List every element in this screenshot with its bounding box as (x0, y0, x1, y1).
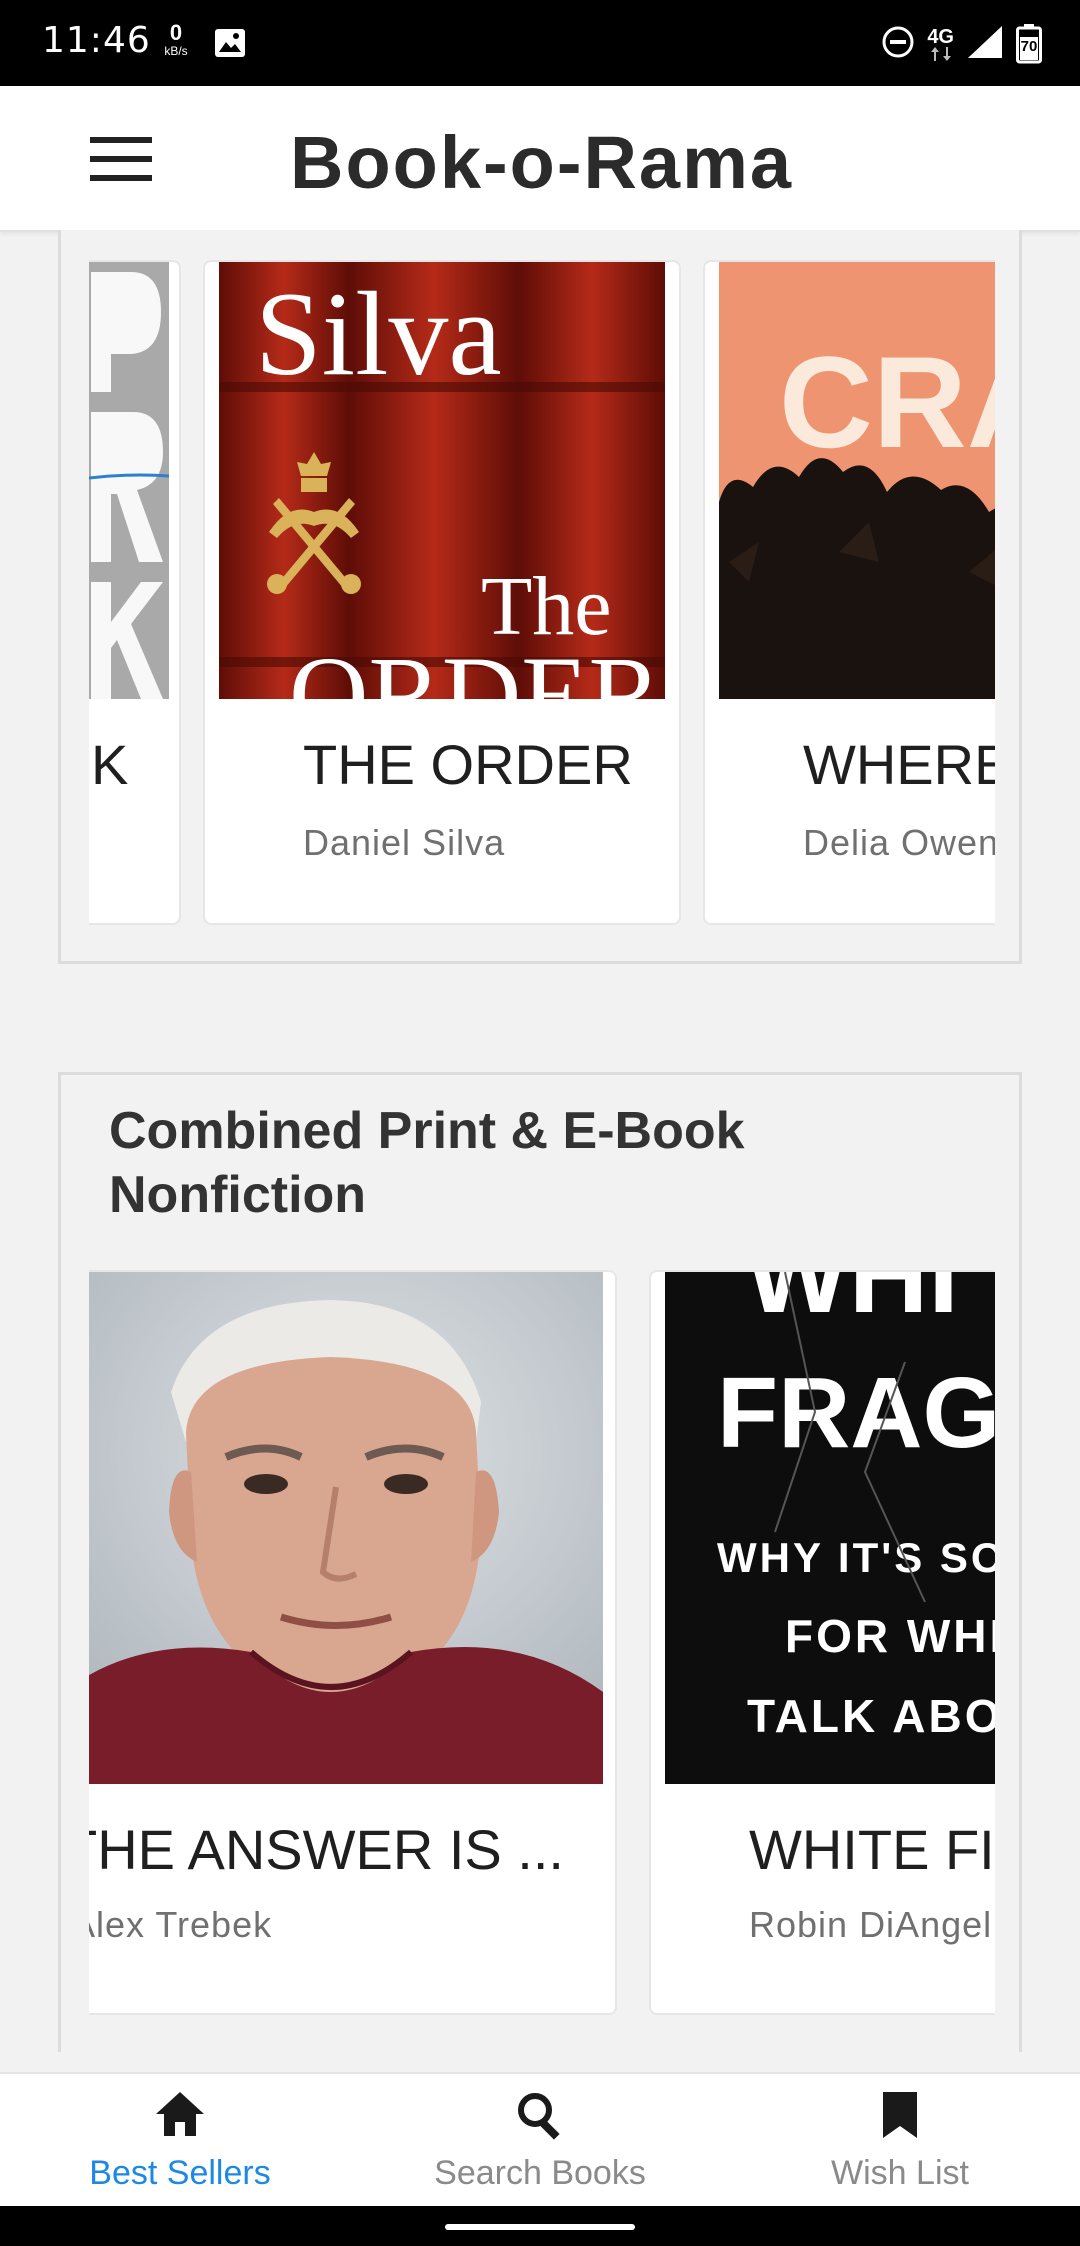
svg-text:Silva: Silva (255, 267, 502, 400)
book-card[interactable]: Silva The ORDER THE ORDER Daniel Silva (203, 260, 681, 925)
book-card[interactable]: WHI FRAGI WHY IT'S SO HA FOR WHITE TALK … (649, 1270, 995, 2015)
book-cover (89, 262, 169, 699)
book-cover: Silva The ORDER (219, 262, 665, 699)
book-card[interactable]: CRA WHERE Delia Owen (703, 260, 995, 925)
svg-text:FRAGI: FRAGI (717, 1357, 995, 1469)
svg-text:CRA: CRA (779, 329, 995, 475)
svg-text:ORDER: ORDER (289, 634, 662, 699)
book-author: Daniel Silva (303, 822, 506, 863)
book-title: WHITE FI (749, 1818, 995, 1881)
battery-icon: 70 (1016, 24, 1042, 64)
svg-text:TALK ABOUT: TALK ABOUT (747, 1690, 995, 1742)
book-author: Delia Owen (803, 822, 995, 863)
nav-label: Wish List (831, 2154, 969, 2192)
book-cover: CRA (719, 262, 995, 699)
app-bar: Book-o-Rama (0, 86, 1080, 232)
book-cover (89, 1272, 603, 1784)
nav-search-books[interactable]: Search Books (360, 2074, 720, 2208)
network-speed-unit: kB/s (164, 44, 188, 58)
book-title: THE ANSWER IS ... (89, 1818, 564, 1881)
network-type-label: 4G (927, 27, 954, 61)
status-icons: 4G 70 (881, 22, 1042, 66)
svg-text:WHY IT'S SO HA: WHY IT'S SO HA (717, 1534, 995, 1581)
section-title: Combined Print & E-Book Nonfiction (109, 1102, 745, 1224)
network-speed: 0 kB/s (156, 20, 196, 58)
network-type: 4G (927, 26, 954, 48)
book-shelf[interactable]: K Silva The ORDER THE ORDER Daniel Silva… (89, 260, 995, 925)
book-title: THE ORDER (303, 733, 633, 796)
home-gesture-handle[interactable] (445, 2224, 635, 2230)
image-notification-icon (214, 28, 246, 63)
book-shelf[interactable]: THE ANSWER IS ... Alex Trebek WHI FRAGI … (89, 1270, 995, 2015)
network-speed-value: 0 (169, 20, 183, 45)
app-root: 11:46 0 kB/s 4G 70 Book-o-Rama K Silva T… (0, 0, 1080, 2246)
search-icon (360, 2090, 720, 2146)
menu-icon[interactable] (88, 134, 156, 184)
signal-icon (966, 24, 1004, 65)
book-title: K (91, 733, 129, 796)
nav-label: Best Sellers (89, 2154, 271, 2192)
battery-level: 70 (1020, 38, 1038, 55)
bestseller-section-fiction: K Silva The ORDER THE ORDER Daniel Silva… (58, 230, 1022, 964)
book-author: Robin DiAngel (749, 1904, 993, 1945)
book-cover: WHI FRAGI WHY IT'S SO HA FOR WHITE TALK … (665, 1272, 995, 1784)
svg-text:WHI: WHI (745, 1272, 959, 1336)
book-card[interactable]: THE ANSWER IS ... Alex Trebek (89, 1270, 617, 2015)
svg-text:FOR WHITE: FOR WHITE (785, 1610, 995, 1662)
data-arrows-icon (930, 47, 951, 61)
bottom-navigation: Best Sellers Search Books Wish List (0, 2072, 1080, 2206)
nav-wish-list[interactable]: Wish List (720, 2074, 1080, 2208)
app-title: Book-o-Rama (290, 121, 794, 204)
bookmark-icon (720, 2090, 1080, 2146)
book-author: Alex Trebek (89, 1904, 273, 1945)
nav-label: Search Books (434, 2154, 646, 2192)
home-icon (0, 2090, 360, 2146)
status-time: 11:46 (42, 20, 151, 61)
do-not-disturb-icon (881, 25, 915, 64)
status-bar: 11:46 0 kB/s 4G 70 (0, 0, 1080, 86)
book-card[interactable]: K (89, 260, 181, 925)
gesture-bar (0, 2206, 1080, 2246)
book-title: WHERE (803, 733, 995, 796)
nav-best-sellers[interactable]: Best Sellers (0, 2074, 360, 2208)
bestseller-section-nonfiction: Combined Print & E-Book Nonfiction THE A… (58, 1072, 1022, 2052)
